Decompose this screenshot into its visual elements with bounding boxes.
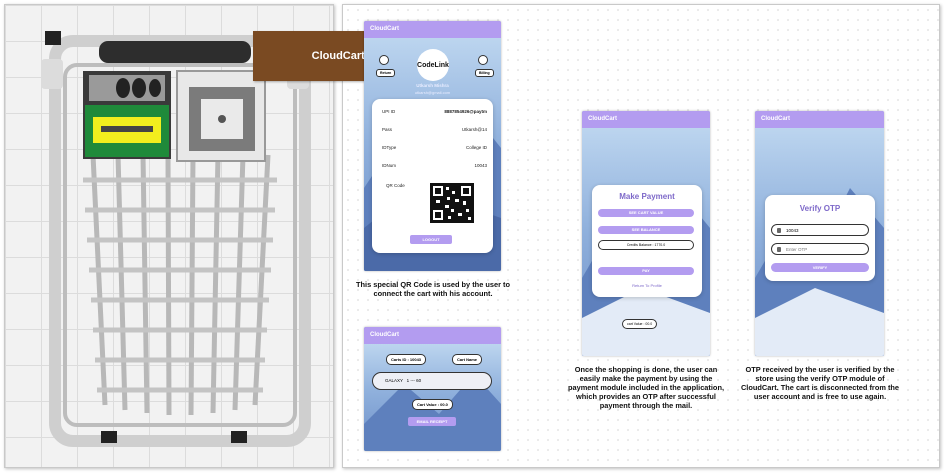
email-receipt-button[interactable]: EMAIL RECEIPT: [408, 417, 456, 426]
cart-name-badge: Cart Name: [452, 354, 483, 365]
info-row: UPI ID 8887854926@paytm: [382, 109, 487, 114]
otp-heading: Verify OTP: [799, 204, 841, 213]
verify-button[interactable]: VERIFY: [771, 263, 869, 272]
user-name: Utkarsh Mishra: [416, 83, 449, 88]
app-header: CloudCart: [755, 111, 884, 128]
profile-card: UPI ID 8887854926@paytm Pass Utkarsh@14 …: [372, 99, 493, 253]
otp-caption: OTP received by the user is verified by …: [740, 365, 900, 401]
cart-id-badge: Carts ID : 10043: [386, 354, 427, 365]
otp-screen: CloudCart Verify OTP 10043 Enter OTP VER…: [755, 111, 884, 356]
billing-label[interactable]: Billing: [475, 69, 494, 77]
profile-screen: CloudCart Return Billing CodeLink Utkars…: [364, 21, 501, 271]
info-row: Pass Utkarsh@14: [382, 127, 487, 132]
qr-code: [430, 183, 474, 223]
see-cart-value-button[interactable]: SEE CART VALUE: [598, 209, 694, 217]
id-field: 10043: [771, 224, 869, 236]
qr-label: QR Code: [386, 183, 405, 188]
return-icon[interactable]: [379, 55, 389, 65]
cart-screen: CloudCart Carts ID : 10043 Cart Name GAL…: [364, 327, 501, 451]
payment-card: Make Payment SEE CART VALUE SEE BALANCE …: [592, 185, 702, 297]
app-header: CloudCart: [364, 327, 501, 344]
galaxy-field: GALAXY 1 --- 60: [372, 372, 492, 390]
payment-screen: CloudCart Make Payment SEE CART VALUE SE…: [582, 111, 710, 356]
info-row: IDType College ID: [382, 145, 487, 150]
lock-icon: [777, 228, 781, 233]
pay-button[interactable]: PAY: [598, 267, 694, 275]
logout-button[interactable]: LOGOUT: [410, 235, 452, 244]
payment-heading: Make Payment: [619, 192, 675, 201]
logo: CodeLink: [417, 49, 449, 81]
info-row: IDNum 10043: [382, 163, 487, 168]
balance-field: Credits Balance : 1770.0: [598, 240, 694, 250]
otp-input[interactable]: Enter OTP: [771, 243, 869, 255]
lock-icon: [777, 247, 781, 252]
see-balance-button[interactable]: SEE BALANCE: [598, 226, 694, 234]
user-email: utkarsh@gmail.com: [414, 90, 451, 95]
return-to-profile-link[interactable]: Return To Profile: [592, 283, 702, 288]
app-header: CloudCart: [582, 111, 710, 128]
return-label[interactable]: Return: [376, 69, 396, 77]
qr-caption: This special QR Code is used by the user…: [355, 280, 510, 298]
cart-value-badge: cart Value : 00.0: [622, 319, 658, 329]
payment-caption: Once the shopping is done, the user can …: [567, 365, 725, 410]
slide: CloudCart Application CloudCart Return B…: [0, 0, 944, 475]
otp-card: Verify OTP 10043 Enter OTP VERIFY: [765, 195, 875, 281]
logo-text: CodeLink: [417, 61, 449, 69]
cart-value-badge: Cart Value : 00.0: [412, 399, 453, 410]
billing-icon[interactable]: [478, 55, 488, 65]
app-header: CloudCart: [364, 21, 501, 38]
